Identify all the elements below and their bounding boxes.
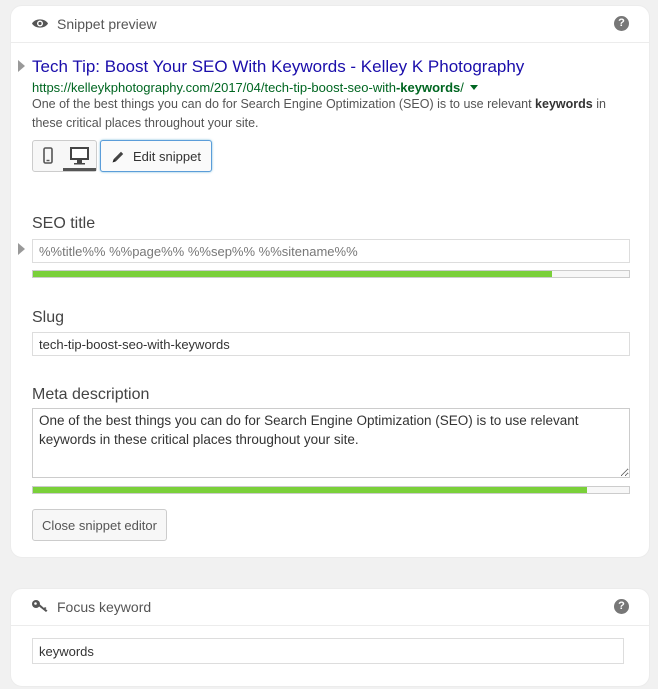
- serp-desc-keyword: keywords: [535, 97, 593, 111]
- serp-url-end: /: [460, 80, 464, 95]
- focus-keyword-panel: Focus keyword ?: [10, 588, 650, 687]
- help-icon[interactable]: ?: [614, 16, 629, 31]
- slug-input[interactable]: [32, 332, 630, 356]
- mobile-icon: [43, 147, 53, 164]
- focus-keyword-input[interactable]: [32, 638, 624, 664]
- preview-mode-switcher: [32, 140, 97, 172]
- seo-title-progress-fill: [33, 271, 552, 277]
- eye-icon: [32, 19, 48, 28]
- edit-snippet-label: Edit snippet: [133, 149, 201, 164]
- edit-snippet-button[interactable]: Edit snippet: [100, 140, 212, 172]
- snippet-preview-header[interactable]: Snippet preview ?: [11, 6, 649, 43]
- seo-title-label: SEO title: [32, 215, 96, 232]
- expand-arrow-icon: [18, 60, 25, 72]
- meta-description-label: Meta description: [32, 386, 150, 403]
- seo-title-progress: [32, 270, 630, 278]
- help-icon[interactable]: ?: [614, 599, 629, 614]
- meta-description-progress: [32, 486, 630, 494]
- serp-title[interactable]: Tech Tip: Boost Your SEO With Keywords -…: [32, 57, 524, 77]
- close-snippet-editor-button[interactable]: Close snippet editor: [32, 509, 167, 541]
- focus-keyword-header[interactable]: Focus keyword ?: [11, 589, 649, 626]
- pencil-icon: [112, 151, 124, 163]
- snippet-preview-title: Snippet preview: [57, 16, 157, 32]
- key-icon: [32, 600, 48, 612]
- serp-url-keyword: -keywords: [395, 80, 461, 95]
- serp-url-base: https://kelleykphotography.com/2017/04/t…: [32, 80, 396, 95]
- seo-title-input[interactable]: [32, 239, 630, 263]
- mobile-preview-button[interactable]: [33, 141, 63, 171]
- serp-desc-text: One of the best things you can do for Se…: [32, 97, 536, 111]
- focus-keyword-title: Focus keyword: [57, 599, 152, 615]
- expand-arrow-icon: [18, 243, 25, 255]
- desktop-icon: [70, 147, 89, 165]
- desktop-preview-button[interactable]: [63, 141, 96, 171]
- slug-label: Slug: [32, 309, 65, 326]
- serp-description: One of the best things you can do for Se…: [32, 95, 632, 133]
- meta-description-textarea[interactable]: One of the best things you can do for Se…: [32, 408, 630, 478]
- serp-url: https://kelleykphotography.com/2017/04/t…: [32, 80, 478, 95]
- meta-description-progress-fill: [33, 487, 588, 493]
- snippet-preview-panel: Snippet preview ? Tech Tip: Boost Your S…: [10, 5, 650, 558]
- url-dropdown-caret-icon[interactable]: [469, 85, 478, 90]
